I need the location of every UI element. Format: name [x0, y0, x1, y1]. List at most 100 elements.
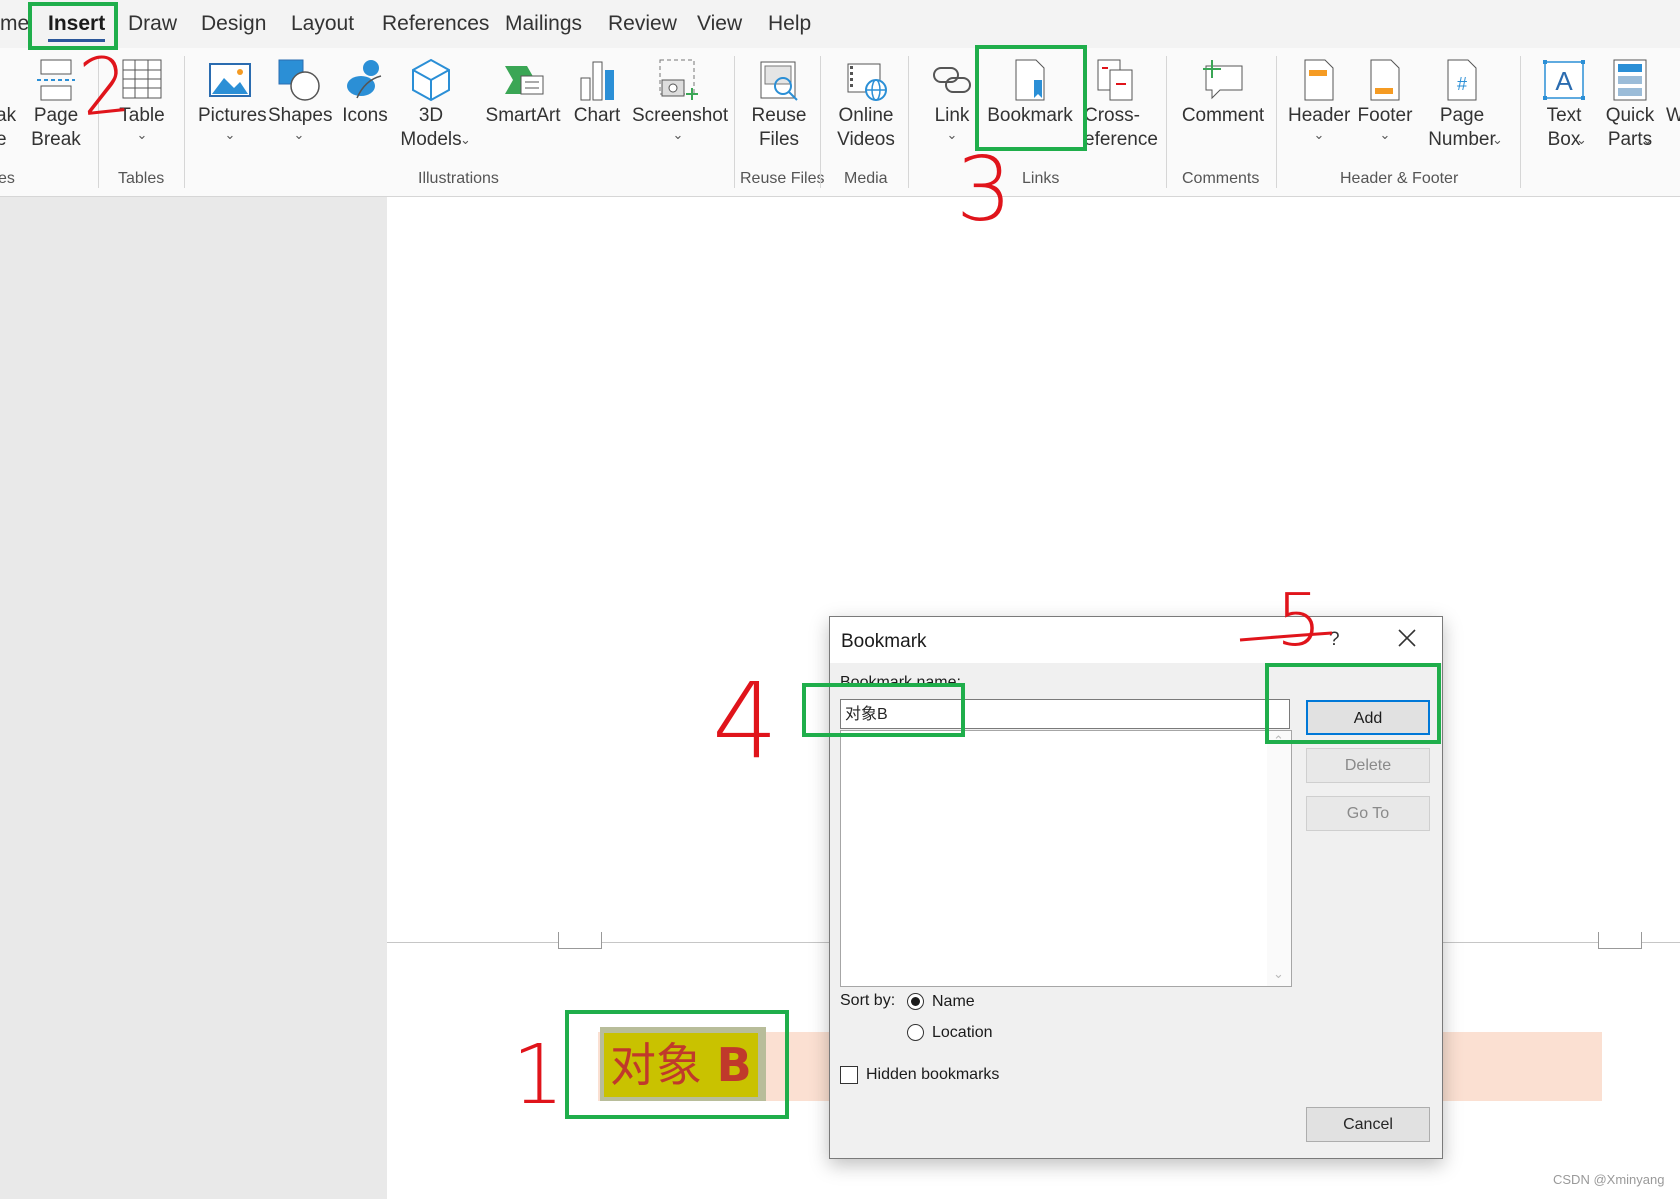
- ribbon-tab-bar: me Insert Draw Design Layout References …: [0, 0, 1680, 48]
- sort-location-radio[interactable]: [907, 1024, 924, 1041]
- chevron-down-icon: ⌄: [1313, 127, 1325, 142]
- page-number-icon: #: [1447, 59, 1477, 101]
- wordart-button[interactable]: W: [1666, 104, 1680, 128]
- pictures-button[interactable]: Pictures ⌄: [198, 58, 267, 142]
- blank-page-button[interactable]: ak e: [0, 104, 16, 152]
- margin-corner-mark: [1598, 932, 1642, 949]
- sort-name-label[interactable]: Name: [932, 993, 975, 1011]
- footer-button[interactable]: Footer ⌄: [1356, 58, 1414, 142]
- watermark: CSDN @Xminyang: [1553, 1172, 1665, 1187]
- separator: [184, 56, 185, 188]
- reuse-files-button[interactable]: Reuse Files: [748, 58, 810, 152]
- link-button[interactable]: Link ⌄: [924, 58, 980, 142]
- highlight-box-bookmark-button: [975, 45, 1087, 151]
- scroll-down-icon[interactable]: ⌄: [1273, 966, 1284, 982]
- bookmark-list[interactable]: ⌃ ⌄: [840, 730, 1292, 987]
- chevron-down-icon: ⌄: [1642, 132, 1653, 147]
- group-label-reuse-files: Reuse Files: [740, 170, 825, 187]
- annotation-4: 4: [712, 660, 779, 782]
- tab-review[interactable]: Review: [608, 12, 677, 36]
- margin-corner-mark: [558, 932, 602, 949]
- screenshot-icon: [659, 59, 698, 100]
- svg-text:#: #: [1457, 74, 1467, 94]
- tab-mailings[interactable]: Mailings: [505, 12, 582, 36]
- svg-text:A: A: [1555, 66, 1573, 96]
- tab-help[interactable]: Help: [768, 12, 811, 36]
- 3d-models-button[interactable]: 3D Models: [398, 58, 464, 152]
- close-icon[interactable]: [1396, 627, 1418, 649]
- annotation-1: 1: [512, 1028, 565, 1123]
- chevron-down-icon: ⌄: [293, 127, 305, 142]
- page-break-button[interactable]: Page Break: [26, 58, 86, 152]
- online-videos-button[interactable]: Online Videos: [832, 58, 900, 152]
- header-button[interactable]: Header ⌄: [1288, 58, 1350, 142]
- annotation-5-stroke: [1239, 631, 1333, 642]
- icons-button[interactable]: Icons: [340, 58, 390, 128]
- reuse-files-icon: [760, 61, 798, 101]
- screenshot-button[interactable]: Screenshot ⌄: [632, 58, 728, 142]
- smartart-icon: [505, 66, 544, 95]
- separator: [734, 56, 735, 188]
- tab-references[interactable]: References: [382, 12, 489, 36]
- group-label-links: Links: [1022, 170, 1060, 187]
- tab-design[interactable]: Design: [201, 12, 266, 36]
- highlight-box-name-input: [802, 683, 965, 737]
- 3d-models-icon: [412, 58, 450, 102]
- online-videos-icon: [847, 63, 887, 101]
- navigation-margin: [0, 197, 386, 1199]
- separator: [1276, 56, 1277, 188]
- shapes-button[interactable]: Shapes ⌄: [268, 58, 332, 142]
- separator: [820, 56, 821, 188]
- group-label-comments: Comments: [1182, 170, 1260, 187]
- go-to-button[interactable]: Go To: [1306, 796, 1430, 831]
- dialog-title: Bookmark: [841, 631, 927, 652]
- chevron-down-icon: ⌄: [672, 127, 684, 142]
- link-icon: [933, 67, 971, 93]
- annotation-3: 3: [956, 138, 1012, 241]
- annotation-2: 2: [75, 39, 135, 135]
- ribbon: ak e Page Break es Table ⌄ Tables Pictur…: [0, 48, 1680, 197]
- header-icon: [1304, 59, 1334, 101]
- chevron-down-icon: ⌄: [224, 127, 236, 142]
- chevron-down-icon: ⌄: [1492, 132, 1503, 147]
- tab-draw[interactable]: Draw: [128, 12, 177, 36]
- pictures-icon: [209, 63, 251, 97]
- highlight-box-selected-text: [565, 1010, 789, 1119]
- separator: [1520, 56, 1521, 188]
- separator: [1166, 56, 1167, 188]
- group-label-tables: Tables: [118, 170, 165, 187]
- sort-location-label[interactable]: Location: [932, 1024, 993, 1042]
- text-box-icon: A: [1543, 60, 1585, 100]
- group-label-media: Media: [844, 170, 888, 187]
- chart-icon: [580, 61, 614, 101]
- chevron-down-icon: ⌄: [460, 132, 471, 147]
- quick-parts-icon: [1613, 59, 1647, 101]
- chart-button[interactable]: Chart: [572, 58, 622, 128]
- tab-view[interactable]: View: [697, 12, 742, 36]
- cancel-button[interactable]: Cancel: [1306, 1107, 1430, 1142]
- scrollbar[interactable]: ⌃ ⌄: [1267, 731, 1291, 986]
- hidden-bookmarks-label[interactable]: Hidden bookmarks: [866, 1066, 999, 1084]
- smartart-button[interactable]: SmartArt: [484, 58, 562, 128]
- annotation-5: 5: [1276, 578, 1322, 662]
- group-label-illustrations: Illustrations: [418, 170, 499, 187]
- comment-icon: [1203, 60, 1243, 100]
- chevron-down-icon: ⌄: [1576, 132, 1587, 147]
- delete-button[interactable]: Delete: [1306, 748, 1430, 783]
- highlight-box-add-button: [1265, 663, 1441, 744]
- comment-button[interactable]: Comment: [1178, 58, 1268, 128]
- icons-icon: [347, 60, 382, 99]
- group-label-pages: es: [0, 170, 15, 187]
- group-label-header-footer: Header & Footer: [1340, 170, 1459, 187]
- tab-home[interactable]: me: [0, 12, 29, 36]
- cross-reference-button[interactable]: Cross- eference: [1084, 58, 1158, 152]
- chevron-down-icon: ⌄: [1379, 127, 1391, 142]
- sort-name-radio[interactable]: [907, 993, 924, 1010]
- page-break-icon: [37, 59, 75, 101]
- separator: [908, 56, 909, 188]
- tab-layout[interactable]: Layout: [291, 12, 354, 36]
- footer-icon: [1370, 59, 1400, 101]
- hidden-bookmarks-checkbox[interactable]: [840, 1066, 858, 1084]
- shapes-icon: [278, 59, 320, 101]
- cross-reference-icon: [1097, 59, 1133, 101]
